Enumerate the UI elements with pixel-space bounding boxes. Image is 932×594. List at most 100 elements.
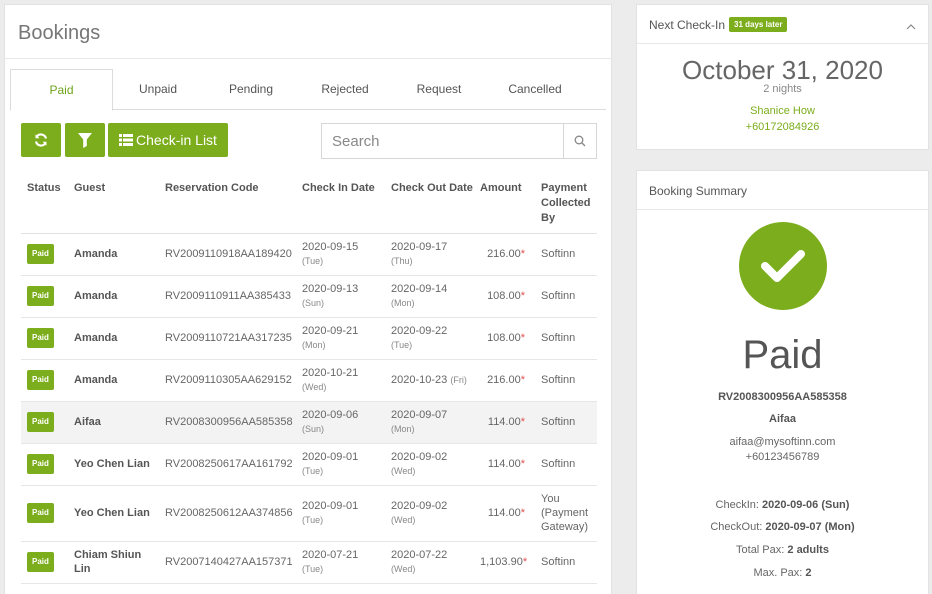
next-checkin-title: Next Check-In (649, 18, 726, 32)
reservation-code: RV2007140427AA157371 (159, 541, 296, 584)
reservation-code: RV2008250617AA161792 (159, 443, 296, 486)
filter-icon (78, 132, 92, 148)
amount: 114.00* (474, 401, 535, 444)
tab-request[interactable]: Request (391, 69, 487, 110)
table-row[interactable]: Paid Yeo Chen Lian RV2008250612AA374856 … (21, 485, 597, 542)
check-out-date: 2020-09-17 (Thu) (385, 233, 474, 276)
paid-status-circle (739, 222, 827, 310)
filter-button[interactable] (65, 123, 105, 157)
tab-paid[interactable]: Paid (10, 69, 113, 111)
check-out-date: 2020-09-22 (Tue) (385, 317, 474, 360)
status-badge: Paid (27, 370, 54, 390)
check-out-date: 2020-10-23 (Fri) (385, 359, 474, 402)
check-in-date: 2020-09-15 (Tue) (296, 233, 385, 276)
column-header-guest[interactable]: Guest (68, 177, 159, 234)
summary-title: Booking Summary (649, 184, 748, 198)
status-tabs: Paid Unpaid Pending Rejected Request Can… (10, 69, 606, 111)
amount: 1,103.90* (474, 541, 535, 584)
payment-collected-by: Softinn (535, 317, 597, 360)
table-row[interactable]: Paid Amanda RV2009110721AA317235 2020-09… (21, 317, 597, 360)
guest-name-link[interactable]: Shanice How (637, 105, 928, 117)
column-header-check-in-date[interactable]: Check In Date (296, 177, 385, 234)
summary-header: Booking Summary (637, 171, 928, 210)
table-row[interactable]: Paid Amanda RV2009110911AA385433 2020-09… (21, 275, 597, 318)
checkin-list-button[interactable]: Check-in List (108, 123, 228, 157)
status-badge: Paid (27, 286, 54, 306)
status-badge: Paid (27, 503, 54, 523)
reservation-code: RV2009110911AA385433 (159, 275, 296, 318)
check-out-date: 2020-09-07 (Mon) (385, 401, 474, 444)
summary-guest-name: Aifaa (769, 413, 796, 425)
reservation-code: RV2009110918AA189420 (159, 233, 296, 276)
check-in-date: 2020-09-06 (Sun) (296, 401, 385, 444)
check-in-date: 2020-09-01 (Tue) (296, 443, 385, 486)
table-row[interactable]: Paid Yeo Chen Lian RV2008250617AA161792 … (21, 443, 597, 486)
next-checkin-header: Next Check-In 31 days later (637, 5, 928, 44)
nights-count: 2 nights (763, 83, 802, 95)
status-badge: Paid (27, 328, 54, 348)
guest-name: Amanda (68, 275, 159, 318)
check-in-date: 2020-09-21 (Mon) (296, 317, 385, 360)
column-header-check-out-date[interactable]: Check Out Date (385, 177, 474, 234)
payment-collected-by: You (Payment Gateway) (535, 485, 597, 542)
table-row[interactable]: Paid Amanda RV2009110305AA629152 2020-10… (21, 359, 597, 402)
list-icon (119, 134, 134, 146)
title-divider (5, 58, 611, 59)
chevron-up-icon (906, 24, 916, 30)
tab-pending[interactable]: Pending (203, 69, 299, 110)
next-checkin-panel: Next Check-In 31 days later October 31, … (636, 4, 929, 150)
tab-unpaid[interactable]: Unpaid (113, 69, 203, 110)
column-header-amount[interactable]: Amount (474, 177, 535, 234)
check-out-date: 2020-09-02 (Wed) (385, 485, 474, 542)
payment-collected-by: Softinn (535, 401, 597, 444)
table-row[interactable]: Paid Chiam Shiun Lin RV2007140427AA15737… (21, 541, 597, 584)
amount: 108.00* (474, 275, 535, 318)
reservation-code: RV2008300956AA585358 (159, 401, 296, 444)
check-out-date: 2020-09-14 (Mon) (385, 275, 474, 318)
guest-name: Aifaa (68, 401, 159, 444)
column-header-status[interactable]: Status (21, 177, 68, 234)
summary-reservation-code: RV2008300956AA585358 (718, 391, 847, 403)
reservation-code: RV2009110305AA629152 (159, 359, 296, 402)
refresh-button[interactable] (21, 123, 61, 157)
summary-checkout: CheckOut: 2020-09-07 (Mon) (710, 521, 855, 533)
search-icon (574, 135, 586, 147)
payment-collected-by: Softinn (535, 443, 597, 486)
table-row-selected[interactable]: Paid Aifaa RV2008300956AA585358 2020-09-… (21, 401, 597, 444)
payment-collected-by: Softinn (535, 359, 597, 402)
check-out-date: 2020-07-22 (Wed) (385, 541, 474, 584)
days-later-badge: 31 days later (729, 17, 788, 32)
check-out-date: 2020-09-02 (Wed) (385, 443, 474, 486)
search-box (321, 123, 597, 159)
tab-rejected[interactable]: Rejected (299, 69, 391, 110)
guest-name: Yeo Chen Lian (68, 443, 159, 486)
payment-collected-by: Softinn (535, 275, 597, 318)
column-header-reservation-code[interactable]: Reservation Code (159, 177, 296, 234)
guest-name: Yeo Chen Lian (68, 485, 159, 542)
table-header-row: Status Guest Reservation Code Check In D… (21, 177, 597, 234)
reservation-code: RV2008250612AA374856 (159, 485, 296, 542)
summary-status: Paid (742, 333, 823, 377)
guest-phone-link[interactable]: +60172084926 (637, 121, 928, 133)
status-badge: Paid (27, 552, 54, 572)
search-button[interactable] (563, 124, 596, 158)
table-row[interactable]: Paid Amanda RV2009110918AA189420 2020-09… (21, 233, 597, 276)
reservation-code: RV2009110721AA317235 (159, 317, 296, 360)
search-input[interactable] (322, 124, 564, 158)
check-in-date: 2020-09-01 (Tue) (296, 485, 385, 542)
checkin-list-label: Check-in List (136, 132, 217, 148)
column-header-payment-collected-by[interactable]: Payment Collected By (535, 177, 597, 234)
amount: 216.00* (474, 233, 535, 276)
amount: 114.00* (474, 485, 535, 542)
guest-name: Amanda (68, 317, 159, 360)
summary-checkin: CheckIn: 2020-09-06 (Sun) (715, 499, 850, 511)
tab-cancelled[interactable]: Cancelled (487, 69, 583, 110)
guest-name: Chiam Shiun Lin (68, 541, 159, 584)
status-badge: Paid (27, 454, 54, 474)
check-in-date: 2020-09-13 (Sun) (296, 275, 385, 318)
summary-email: aifaa@mysoftinn.com (729, 436, 836, 448)
collapse-button[interactable] (906, 17, 916, 35)
check-in-date: 2020-10-21 (Wed) (296, 359, 385, 402)
amount: 216.00* (474, 359, 535, 402)
bookings-panel: Bookings Paid Unpaid Pending Rejected Re… (4, 4, 612, 594)
